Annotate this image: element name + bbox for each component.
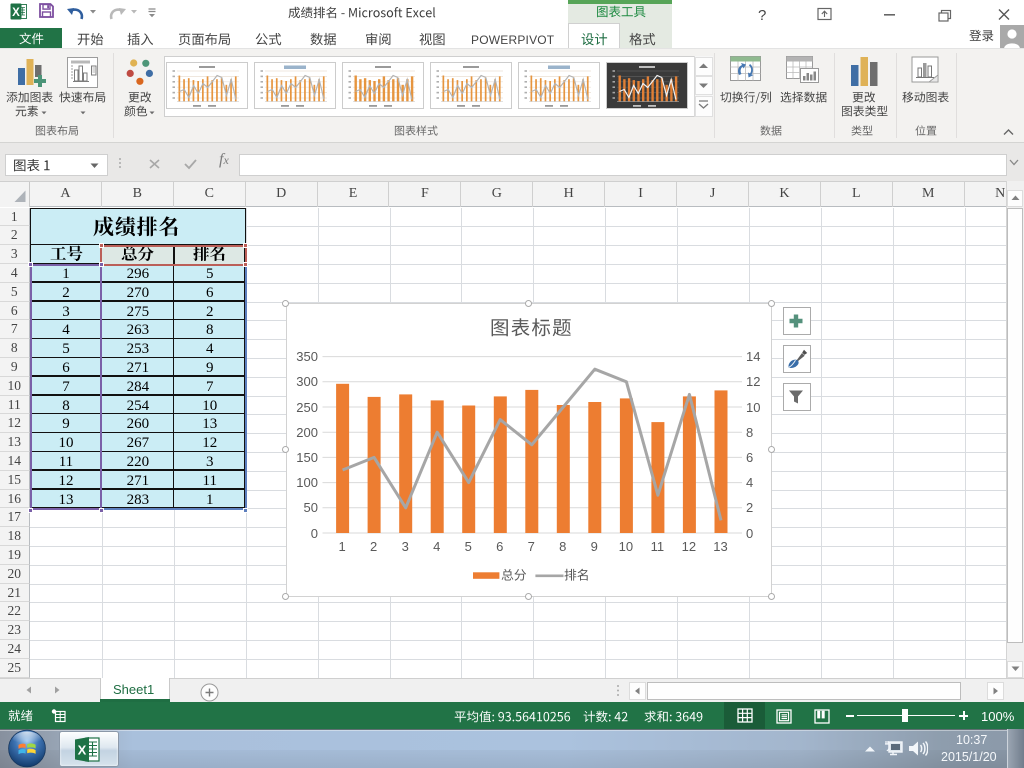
svg-text:X: X xyxy=(78,743,87,758)
svg-text:X: X xyxy=(12,7,20,19)
svg-text:?: ? xyxy=(758,7,766,23)
